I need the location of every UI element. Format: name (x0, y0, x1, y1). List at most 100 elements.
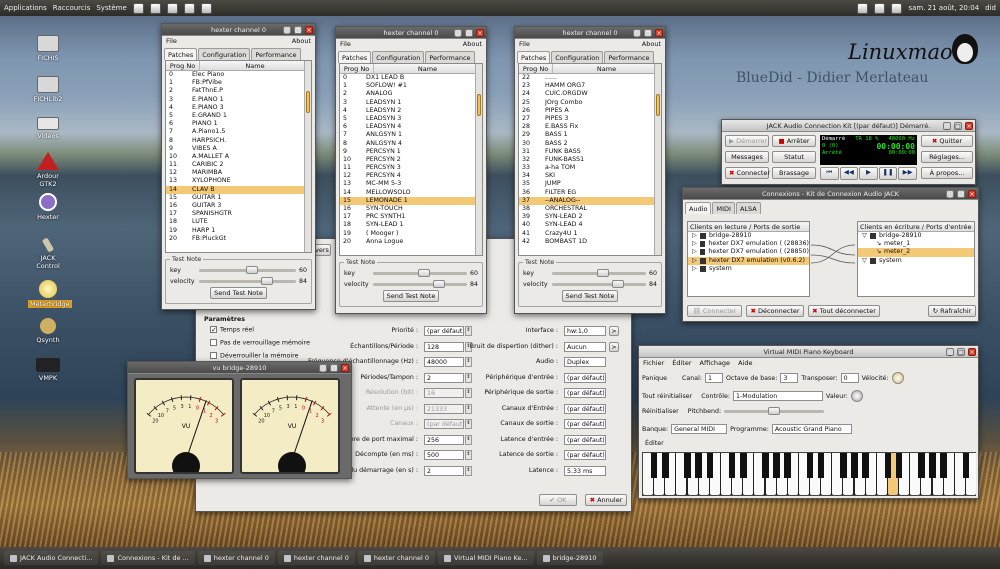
patch-row[interactable]: 38 ORCHESTRAL (519, 205, 661, 213)
connect-button[interactable]: ✖ Connecter (725, 167, 770, 179)
send-test-note-button[interactable]: Send Test Note (382, 290, 440, 302)
patch-row[interactable]: 33 a-ha TOM (519, 164, 661, 172)
output-client[interactable]: ▷ hexter DX7 emulation (v0.6.2) (688, 256, 809, 265)
connections-titlebar[interactable]: Connexions - Kit de Connexion Audio JACK… (683, 188, 978, 200)
close-icon[interactable]: × (968, 348, 976, 356)
menu-file[interactable]: File (340, 40, 351, 48)
control-select[interactable]: 1-Modulation (733, 391, 823, 401)
vu-titlebar[interactable]: vu bridge-28910 _ □ × (128, 362, 351, 374)
channel-spin[interactable]: 1 (704, 373, 723, 383)
black-key[interactable] (762, 453, 769, 478)
patch-row[interactable]: 23 HAMM ORG7 (519, 82, 661, 90)
hexter-titlebar[interactable]: hexter channel 0 _ □ × (515, 27, 665, 39)
ok-button[interactable]: ✔ OK (539, 494, 577, 506)
tray-icon[interactable] (874, 2, 886, 14)
black-key[interactable] (817, 453, 825, 478)
patch-row[interactable]: 29 BASS 1 (519, 131, 661, 139)
col-name[interactable]: Name (374, 64, 482, 73)
setting-field[interactable]: (par défaut) (564, 403, 606, 414)
patch-row[interactable]: 37 --ANALOG-- (519, 196, 661, 205)
patch-row[interactable]: 17 PRC SYNTH1 (340, 213, 482, 221)
refresh-button[interactable]: ↻ Rafraîchir (928, 305, 976, 317)
setting-field[interactable]: (par défaut) (564, 434, 606, 445)
expand-icon[interactable]: ▷ (692, 248, 700, 256)
patch-row[interactable]: 20 FB:PluckGt (166, 235, 311, 243)
menu-applications[interactable]: Applications (4, 4, 47, 12)
patch-row[interactable]: 5 E.GRAND 1 (166, 112, 311, 120)
black-key[interactable] (784, 453, 792, 478)
spin-arrows-icon[interactable]: ⇕ (465, 403, 472, 414)
key-slider[interactable] (199, 266, 296, 274)
black-key[interactable] (661, 453, 669, 478)
taskbar-item[interactable]: Connexions - Kit de ... (101, 551, 195, 565)
setting-field[interactable]: 2 (424, 465, 464, 476)
rewind-icon[interactable]: ◀◀ (839, 167, 859, 180)
setting-field[interactable]: hw:1,0 (564, 326, 606, 336)
desktop-icon-qsynth[interactable]: Qsynth (28, 318, 68, 344)
patch-row[interactable]: 41 Crazy4U 1 (519, 230, 661, 238)
status-button[interactable]: Statut (772, 151, 816, 163)
close-icon[interactable]: × (965, 122, 973, 130)
input-client[interactable]: ▽ bridge-28910 (858, 232, 974, 240)
expand-icon[interactable]: ▷ (692, 240, 700, 248)
tab-performance[interactable]: Performance (251, 48, 301, 60)
patchbay-button[interactable]: Brassage (772, 167, 816, 179)
col-name[interactable]: Name (553, 64, 661, 73)
black-key[interactable] (739, 453, 747, 478)
jack-control-titlebar[interactable]: JACK Audio Connection Kit [(par défaut)]… (722, 120, 975, 132)
spin-arrows-icon[interactable]: ⇕ (465, 434, 472, 445)
black-key[interactable] (706, 453, 714, 478)
patch-row[interactable]: 25 JOrg Combo (519, 99, 661, 107)
menu-about[interactable]: About (463, 40, 482, 48)
key-slider[interactable] (552, 269, 646, 277)
input-port[interactable]: ↘ meter_1 (858, 240, 974, 248)
expand-icon[interactable]: ▷ (692, 232, 700, 240)
setting-field[interactable]: Aucun (564, 341, 606, 352)
setting-field[interactable]: (par défaut) (564, 450, 606, 460)
desktop-icon-fichlib2[interactable]: FICHLib2 (28, 76, 68, 103)
setting-field[interactable]: (par défaut) (424, 326, 464, 336)
rewind-start-icon[interactable]: ⏮ (820, 167, 839, 180)
user-name[interactable]: did (985, 4, 996, 12)
octave-spin[interactable]: 3 (780, 373, 799, 383)
patch-row[interactable]: 16 SYN-TOUCH (340, 205, 482, 213)
menu-raccourcis[interactable]: Raccourcis (53, 4, 91, 12)
setting-field[interactable]: (par défaut) (564, 372, 606, 383)
black-key[interactable] (962, 453, 970, 478)
quit-button[interactable]: ✖ Quitter (921, 135, 973, 147)
pause-icon[interactable]: ❚❚ (878, 167, 898, 180)
panic-button[interactable]: Panique (642, 375, 667, 382)
transpose-spin[interactable]: 0 (840, 373, 859, 383)
tab-midi[interactable]: MIDI (712, 202, 735, 214)
patch-row[interactable]: 31 FUNK BASS (519, 148, 661, 156)
patch-row[interactable]: 3 LEADSYN 1 (340, 99, 482, 107)
black-key[interactable] (929, 453, 936, 478)
setting-field[interactable]: (par défaut) (564, 388, 606, 398)
spin-arrows-icon[interactable]: ⇕ (465, 326, 472, 336)
col-prog-no[interactable]: Prog No (166, 61, 200, 70)
pitchbend-slider[interactable] (724, 407, 825, 415)
cancel-button[interactable]: ✖ Annuler (585, 494, 627, 506)
black-key[interactable] (884, 453, 892, 478)
patch-row[interactable]: 13 MC-MM 5-3 (340, 180, 482, 188)
desktop-icon-fichis[interactable]: FICHIS (28, 35, 68, 62)
black-key[interactable] (728, 453, 736, 478)
setting-field[interactable]: Duplex (564, 357, 606, 367)
vmpk-titlebar[interactable]: Virtual MIDI Piano Keyboard _ □ × (639, 346, 978, 358)
settings-button[interactable]: Réglages... (921, 151, 973, 163)
patch-scrollbar[interactable] (654, 64, 661, 255)
launcher-icon[interactable] (183, 2, 195, 14)
start-button[interactable]: ▶ Démarrer (725, 135, 769, 147)
black-key[interactable] (650, 453, 658, 478)
patch-row[interactable]: 0 Elec Piano (166, 71, 311, 79)
black-key[interactable] (806, 453, 814, 478)
patch-row[interactable]: 15 GUITAR 1 (166, 194, 311, 202)
output-client[interactable]: ▷ hexter DX7 emulation ( (28836) (688, 240, 809, 248)
patch-row[interactable]: 1 FB:PfVibe (166, 79, 311, 87)
velocity-slider[interactable] (552, 280, 646, 288)
col-prog-no[interactable]: Prog No (340, 64, 374, 73)
patch-row[interactable]: 6 PIANO 1 (166, 120, 311, 128)
patch-row[interactable]: 2 ANALOG (340, 90, 482, 98)
patch-row[interactable]: 16 GUITAR 3 (166, 202, 311, 210)
black-key[interactable] (851, 453, 858, 478)
